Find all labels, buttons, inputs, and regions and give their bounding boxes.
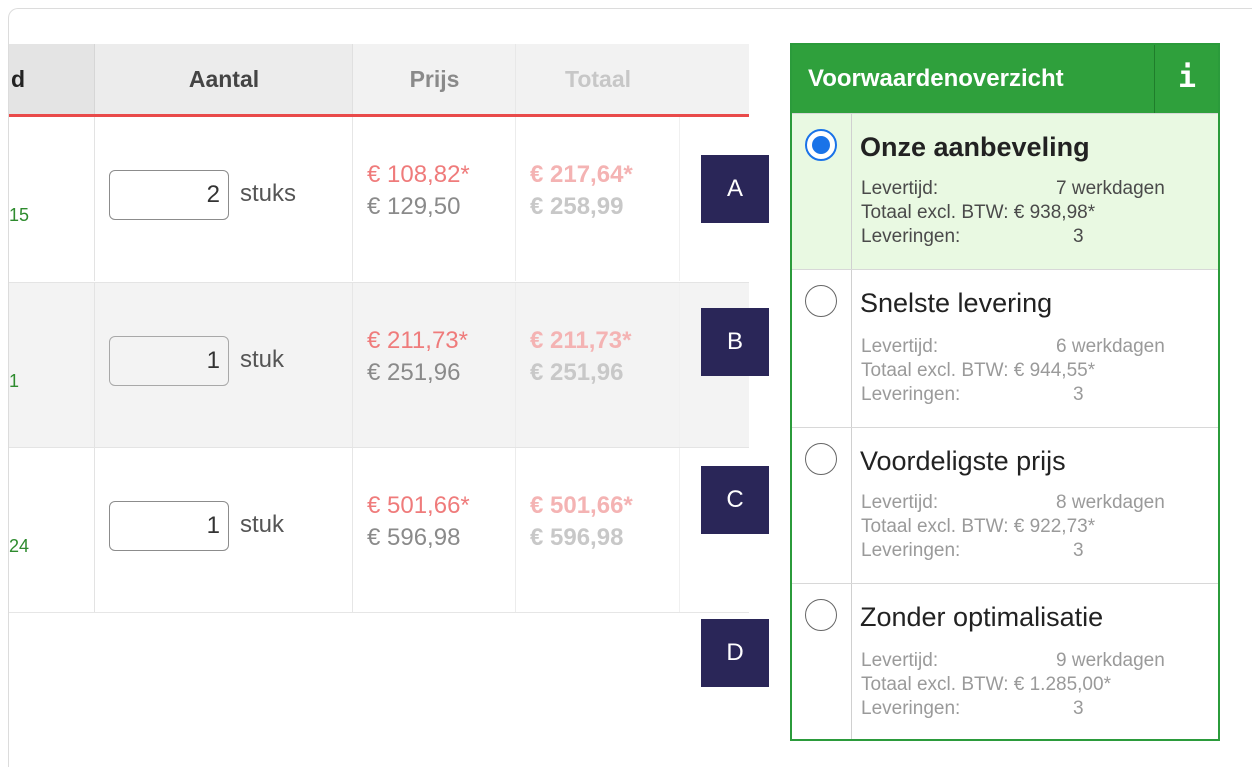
- article-code: 15: [9, 205, 30, 225]
- quantity-input[interactable]: [109, 501, 229, 551]
- price-regular: € 596,98: [367, 524, 461, 551]
- levertijd-label: Levertijd: 7 werkdagen: [861, 178, 1165, 199]
- delivery-option-fastest[interactable]: Snelste levering Levertijd: 6 werkdagen T…: [792, 269, 1218, 427]
- totaal-label: Totaal excl. BTW: € 1.285,00*: [861, 674, 1111, 695]
- leveringen-value: 3: [1073, 226, 1084, 247]
- delivery-option-no-optimization[interactable]: Zonder optimalisatie Levertijd: 9 werkdag…: [792, 583, 1218, 739]
- option-title: Snelste levering: [860, 288, 1053, 318]
- totaal-value: € 944,55*: [1013, 360, 1096, 381]
- table-row: 15 stuks € 108,82* € 129,50 € 217,64* € …: [9, 117, 749, 281]
- total-regular: € 596,98: [530, 524, 624, 551]
- option-title: Voordeligste prijs: [860, 446, 1066, 476]
- panel-title: Voorwaardenoverzicht: [808, 65, 1064, 92]
- totaal-label: Totaal excl. BTW: € 944,55*: [861, 360, 1096, 381]
- article-code: 1: [9, 371, 20, 391]
- total-regular: € 251,96: [530, 359, 624, 386]
- price-regular: € 251,96: [367, 359, 461, 386]
- header-cell-aantal[interactable]: Aantal: [94, 44, 353, 114]
- totaal-value: € 1.285,00*: [1013, 674, 1111, 695]
- total-regular: € 258,99: [530, 193, 624, 220]
- price-sale: € 501,66*: [367, 492, 470, 519]
- total-sale: € 501,66*: [530, 492, 633, 519]
- levertijd-label: Levertijd: 9 werkdagen: [861, 650, 1165, 671]
- option-badge-b: B: [701, 308, 769, 376]
- price-sale: € 108,82*: [367, 161, 470, 188]
- leveringen-label: Leveringen: 3: [861, 384, 1084, 405]
- info-icon[interactable]: i: [1154, 45, 1219, 113]
- option-badge-a: A: [701, 155, 769, 223]
- totaal-value: € 938,98*: [1013, 202, 1096, 223]
- unit-label: stuks: [240, 180, 297, 207]
- option-title: Zonder optimalisatie: [860, 602, 1104, 632]
- leveringen-label: Leveringen: 3: [861, 226, 1084, 247]
- header-cell-totaal[interactable]: Totaal: [515, 44, 680, 114]
- total-sale: € 211,73*: [530, 327, 632, 354]
- leveringen-label: Leveringen: 3: [861, 540, 1084, 561]
- article-code: 24: [9, 536, 30, 556]
- totaal-label: Totaal excl. BTW: € 922,73*: [861, 516, 1096, 537]
- unit-label: stuk: [240, 511, 285, 538]
- table-row: 24 stuk € 501,66* € 596,98 € 501,66* € 5…: [9, 447, 749, 613]
- order-table: d Aantal Prijs Totaal 15 stuks € 108,82*…: [9, 44, 749, 613]
- price-sale: € 211,73*: [367, 327, 468, 354]
- leveringen-label: Leveringen: 3: [861, 698, 1084, 719]
- levertijd-label: Levertijd: 8 werkdagen: [861, 492, 1165, 513]
- header-cell-prijs[interactable]: Prijs: [352, 44, 516, 114]
- option-badge-d: D: [701, 619, 769, 687]
- quantity-input[interactable]: [109, 336, 229, 386]
- levertijd-label: Levertijd: 6 werkdagen: [861, 336, 1165, 357]
- conditions-panel: Voorwaardenoverzicht i Onze aanbeveling …: [790, 43, 1220, 741]
- option-badge-c: C: [701, 466, 769, 534]
- radio-unselected[interactable]: [805, 285, 837, 317]
- delivery-option-recommended[interactable]: Onze aanbeveling Levertijd: 7 werkdagen T…: [792, 113, 1218, 269]
- levertijd-value: 8 werkdagen: [1056, 492, 1165, 513]
- radio-unselected[interactable]: [805, 599, 837, 631]
- delivery-option-cheapest[interactable]: Voordeligste prijs Levertijd: 8 werkdagen…: [792, 427, 1218, 583]
- radio-unselected[interactable]: [805, 443, 837, 475]
- levertijd-value: 6 werkdagen: [1056, 336, 1165, 357]
- levertijd-value: 7 werkdagen: [1056, 178, 1165, 199]
- radio-selected[interactable]: [805, 129, 837, 161]
- leveringen-value: 3: [1073, 698, 1084, 719]
- levertijd-value: 9 werkdagen: [1056, 650, 1165, 671]
- leveringen-value: 3: [1073, 540, 1084, 561]
- table-row: 1 stuk € 211,73* € 251,96 € 211,73* € 25…: [9, 282, 749, 447]
- panel-header: Voorwaardenoverzicht i: [792, 45, 1218, 113]
- price-regular: € 129,50: [367, 193, 461, 220]
- unit-label: stuk: [240, 346, 285, 373]
- leveringen-value: 3: [1073, 384, 1084, 405]
- option-title: Onze aanbeveling: [860, 132, 1090, 162]
- totaal-label: Totaal excl. BTW: € 938,98*: [861, 202, 1096, 223]
- totaal-value: € 922,73*: [1013, 516, 1096, 537]
- table-header: d Aantal Prijs Totaal: [9, 44, 749, 117]
- header-cell-truncated[interactable]: d: [9, 44, 94, 114]
- quantity-input[interactable]: [109, 170, 229, 220]
- total-sale: € 217,64*: [530, 161, 633, 188]
